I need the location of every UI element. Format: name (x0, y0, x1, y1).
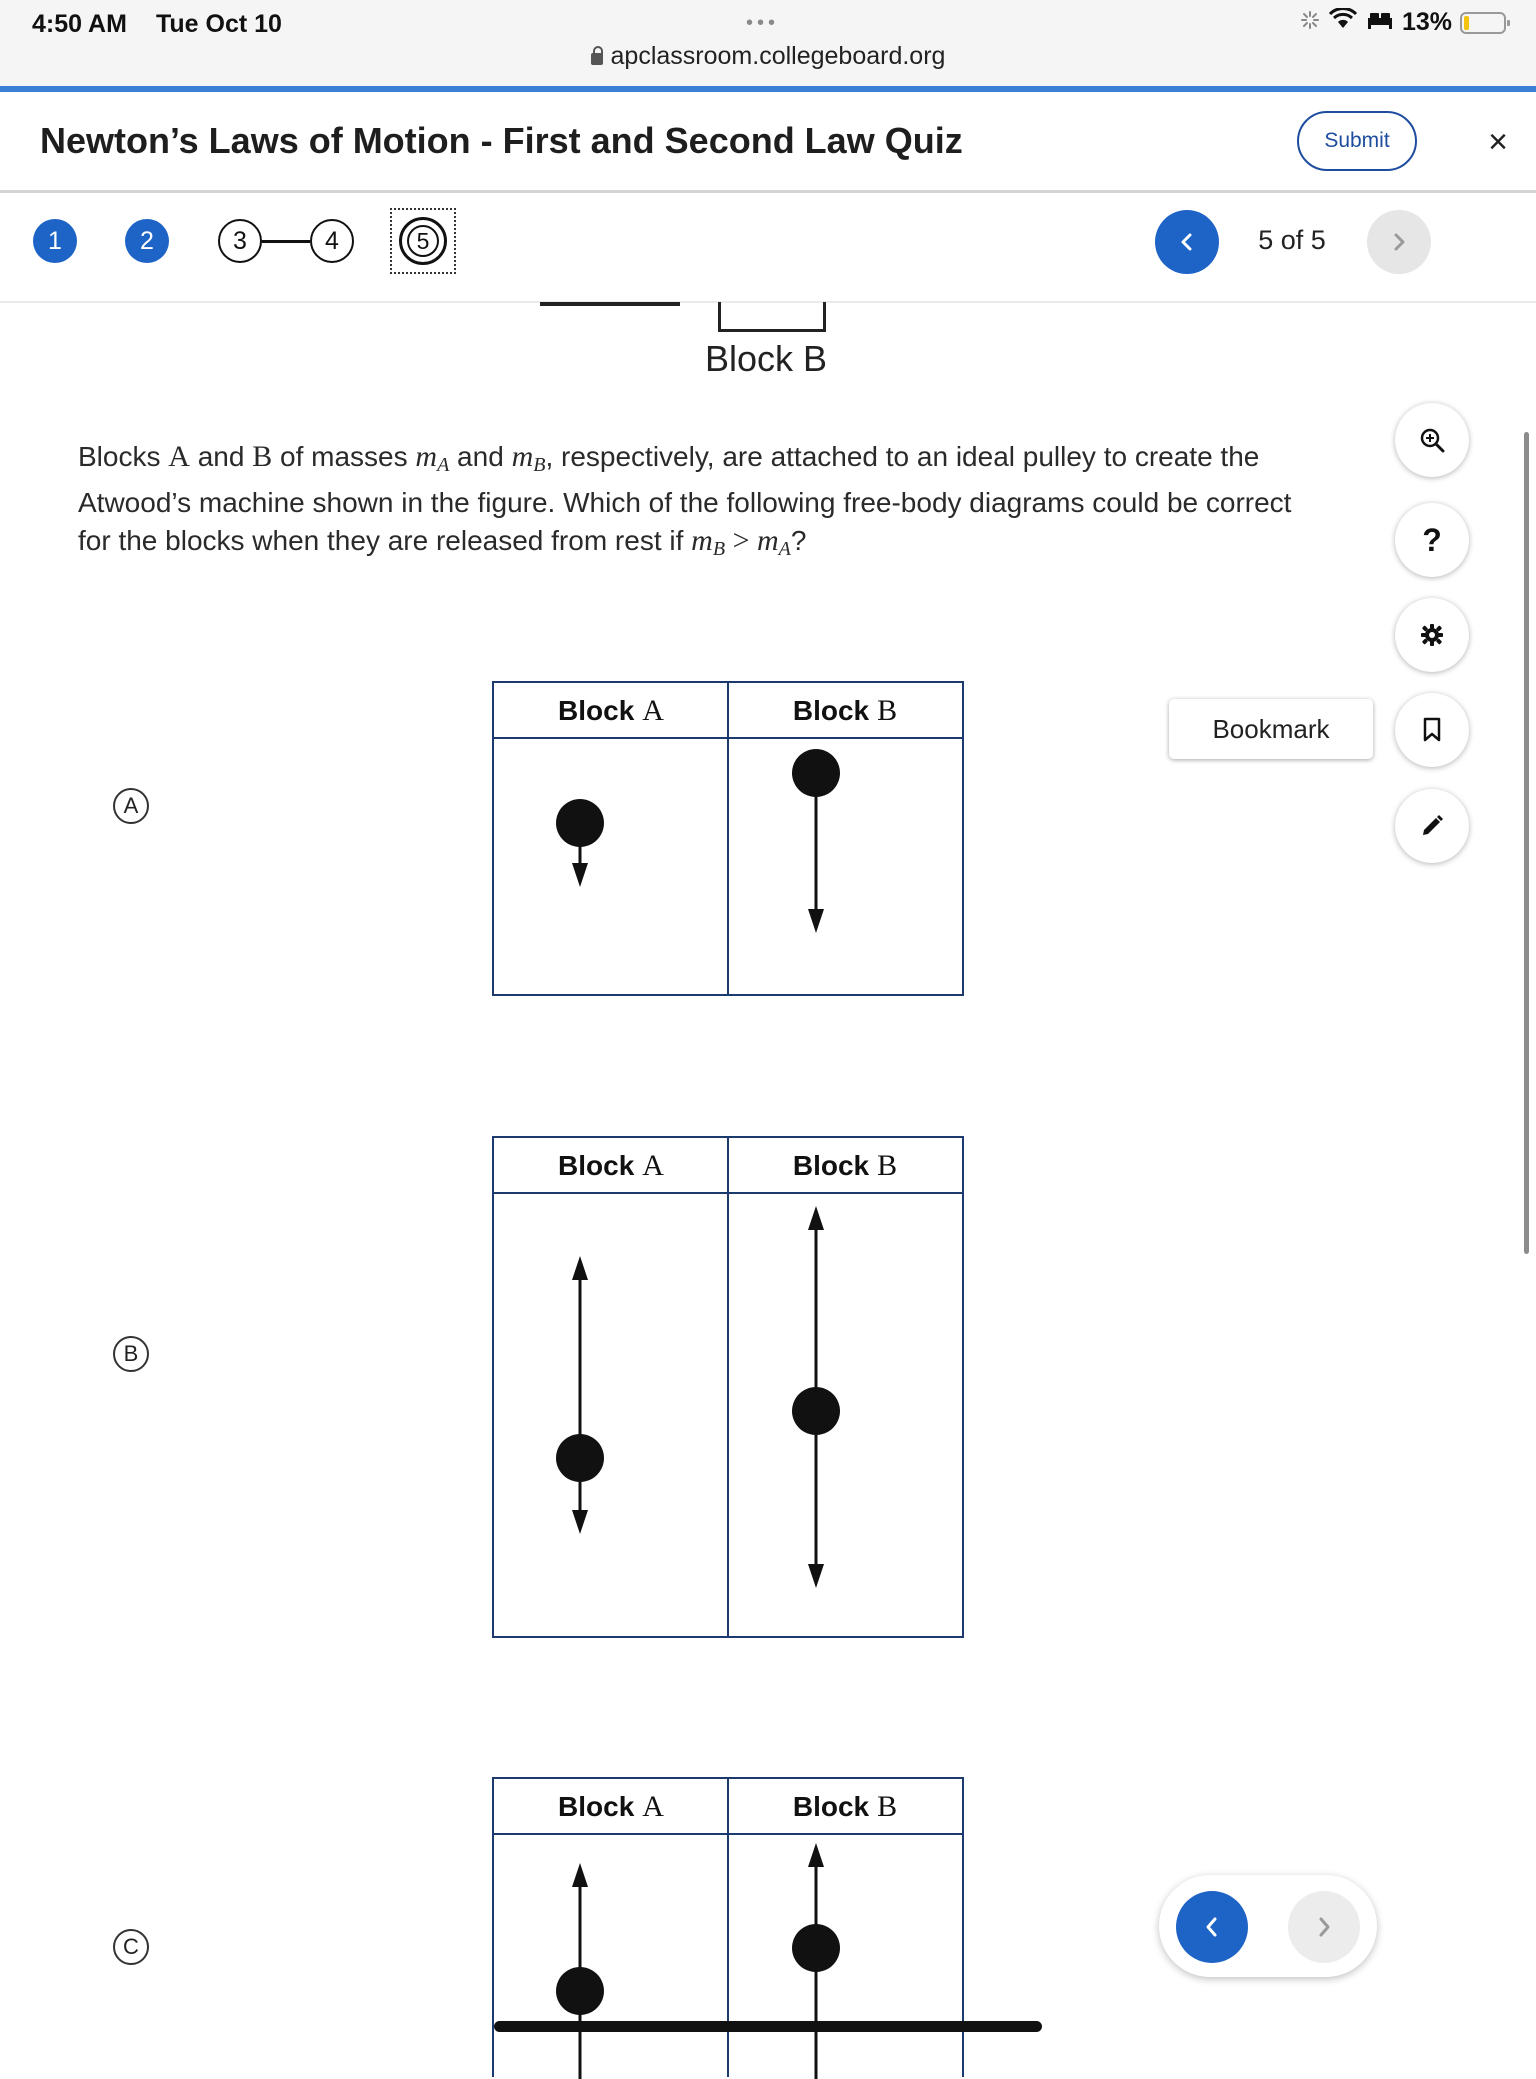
quiz-title: Newton’s Laws of Motion - First and Seco… (40, 120, 963, 161)
block-b-diagram (792, 1843, 840, 2079)
battery-percent: 13% (1401, 8, 1452, 36)
figure-block-b-box (718, 302, 826, 332)
stem-text: and (189, 441, 253, 472)
chevron-left-icon (1206, 1917, 1217, 1937)
status-accent-line (0, 86, 1536, 92)
arrow-head-down (808, 1564, 824, 1588)
arrow-head-up (808, 1206, 824, 1230)
option-b-free-body-diagrams[interactable]: Block A Block B (492, 1136, 964, 1638)
next-question-button[interactable] (1367, 210, 1431, 274)
bookmark-button[interactable] (1395, 693, 1469, 767)
question-link-line (262, 240, 310, 243)
figure-label-block-b: Block B (705, 338, 828, 379)
block-a-dot (556, 799, 604, 847)
stem-text: of masses (272, 441, 416, 472)
option-b-radio[interactable]: B (113, 1336, 149, 1372)
help-button[interactable]: ? (1395, 503, 1469, 577)
arrow-head-up (572, 1863, 588, 1887)
help-icon: ? (1422, 521, 1442, 558)
zoom-in-button[interactable] (1395, 403, 1469, 477)
arrow-head-down (572, 863, 588, 887)
arrow-head-up (572, 1256, 588, 1280)
stem-text: ? (790, 525, 807, 556)
block-a-diagram (556, 1256, 604, 1534)
home-indicator[interactable] (494, 2021, 1042, 2032)
option-c-radio[interactable]: C (113, 1929, 149, 1965)
figure-fragment-block-a (540, 290, 680, 306)
pencil-icon (1423, 815, 1443, 835)
option-a-radio[interactable]: A (113, 788, 149, 824)
math-mass-b: mB (511, 440, 546, 476)
arrow-head-down (572, 1510, 588, 1534)
close-icon[interactable]: × (1478, 122, 1518, 162)
block-b-diagram (792, 1206, 840, 1588)
block-a-dot (556, 1967, 604, 2015)
submit-button[interactable]: Submit (1297, 111, 1417, 171)
question-nav-1[interactable]: 1 (33, 219, 77, 263)
fbd-header-block-b: Block B (792, 1149, 898, 1182)
block-b-dot (792, 1924, 840, 1972)
battery-level-fill (1464, 15, 1469, 30)
question-nav-5[interactable]: 5 (399, 217, 447, 265)
floating-previous-button[interactable] (1176, 1891, 1248, 1963)
question-nav-5-label: 5 (407, 225, 439, 257)
floating-next-button[interactable] (1288, 1891, 1360, 1963)
activity-icon (1300, 8, 1320, 37)
address-bar[interactable]: apclassroom.collegeboard.org (0, 42, 1536, 71)
header-divider (0, 190, 1536, 193)
fbd-drawing (556, 1843, 840, 2079)
wifi-icon (1328, 7, 1358, 37)
chevron-right-icon (1394, 233, 1405, 251)
block-b-dot (792, 749, 840, 797)
url-text: apclassroom.collegeboard.org (610, 42, 946, 70)
bookmark-icon (1423, 717, 1441, 742)
fbd-header-block-b: Block B (792, 694, 898, 727)
block-b-dot (792, 1387, 840, 1435)
fbd-header-block-b: Block B (792, 1790, 898, 1823)
zoom-in-icon (1420, 428, 1445, 453)
battery-icon (1460, 11, 1510, 34)
fbd-header-block-a: Block A (558, 694, 664, 727)
block-a-diagram (556, 1863, 604, 2079)
bookmark-tooltip: Bookmark (1169, 699, 1373, 759)
lock-icon (590, 46, 603, 65)
settings-icon (1421, 624, 1443, 646)
status-date: Tue Oct 10 (156, 10, 282, 38)
math-mass-a: mA (415, 440, 450, 476)
previous-question-button[interactable] (1155, 210, 1219, 274)
question-nav-3[interactable]: 3 (218, 219, 262, 263)
fbd-drawing (556, 749, 840, 933)
settings-button[interactable] (1395, 598, 1469, 672)
stem-text: and (449, 441, 512, 472)
block-a-dot (556, 1434, 604, 1482)
status-icons: 13% (1300, 7, 1510, 37)
stem-text: Blocks (78, 441, 169, 472)
arrow-head-up (808, 1843, 824, 1867)
question-nav-4[interactable]: 4 (310, 219, 354, 263)
scrollbar[interactable] (1524, 432, 1529, 1254)
option-a-free-body-diagrams[interactable]: Block A Block B (492, 681, 964, 996)
math-inequality: mB > mA (691, 524, 791, 560)
chevron-right-icon (1319, 1917, 1330, 1937)
question-nav-2[interactable]: 2 (125, 219, 169, 263)
option-c-free-body-diagrams[interactable]: Block A Block B (492, 1777, 964, 2079)
sleep-focus-icon (1366, 8, 1394, 37)
block-b-diagram (792, 749, 840, 933)
question-stem: Blocks A and B of masses mA and mB, resp… (78, 438, 1318, 568)
fbd-drawing (556, 1206, 840, 1588)
chevron-left-icon (1181, 233, 1192, 251)
question-counter: 5 of 5 (1258, 225, 1326, 255)
block-a-diagram (556, 799, 604, 887)
fbd-header-block-a: Block A (558, 1149, 664, 1182)
math-block-a: A (168, 440, 190, 473)
arrow-head-down (808, 909, 824, 933)
status-time: 4:50 AM (32, 10, 127, 38)
tab-menu-dots[interactable]: ••• (746, 12, 779, 35)
annotate-button[interactable] (1395, 789, 1469, 863)
fbd-header-block-a: Block A (558, 1790, 664, 1823)
math-block-b: B (252, 440, 273, 473)
